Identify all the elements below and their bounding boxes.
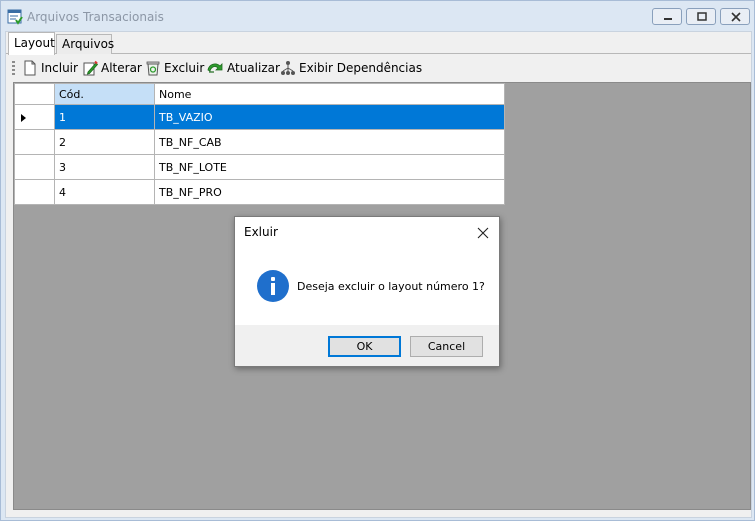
- row-header[interactable]: [14, 154, 55, 180]
- dialog-title: Exluir: [244, 225, 278, 239]
- cell-nome[interactable]: TB_VAZIO: [154, 104, 505, 130]
- tab-arquivos[interactable]: Arquivos: [56, 34, 114, 54]
- table-row[interactable]: 1 TB_VAZIO: [14, 104, 505, 130]
- cell-cod[interactable]: 1: [54, 104, 155, 130]
- window-title: Arquivos Transacionais: [27, 10, 164, 24]
- information-icon: [257, 270, 289, 302]
- cell-cod[interactable]: 2: [54, 129, 155, 155]
- close-icon: [731, 12, 741, 22]
- app-icon: [7, 9, 23, 25]
- tab-layout[interactable]: Layout: [8, 32, 55, 55]
- minimize-icon: [664, 18, 672, 20]
- cell-cod[interactable]: 4: [54, 179, 155, 205]
- atualizar-label: Atualizar: [227, 61, 280, 75]
- atualizar-button[interactable]: Atualizar: [206, 59, 280, 77]
- column-header-cod[interactable]: Cód.: [54, 83, 155, 105]
- excluir-button[interactable]: Excluir: [145, 59, 204, 77]
- dialog-close-button[interactable]: [473, 223, 493, 243]
- column-header-nome[interactable]: Nome: [154, 83, 505, 105]
- table-row[interactable]: 2 TB_NF_CAB: [14, 129, 505, 155]
- alterar-label: Alterar: [101, 61, 142, 75]
- row-header[interactable]: [14, 104, 55, 130]
- title-bar[interactable]: Arquivos Transacionais: [1, 1, 754, 31]
- new-document-icon: [24, 60, 36, 76]
- maximize-button[interactable]: [686, 8, 716, 25]
- toolbar-grip[interactable]: [12, 61, 15, 76]
- ok-button[interactable]: OK: [328, 336, 401, 357]
- row-header-corner[interactable]: [14, 83, 55, 105]
- exluir-dialog: Exluir Deseja excluir o layout número 1?…: [234, 216, 500, 367]
- table-header-row: Cód. Nome: [14, 83, 505, 105]
- cell-cod[interactable]: 3: [54, 154, 155, 180]
- edit-icon: [83, 60, 98, 76]
- tab-strip: Layout Arquivos: [6, 32, 751, 55]
- recycle-bin-icon: [146, 61, 160, 76]
- excluir-label: Excluir: [164, 61, 205, 75]
- exibir-dependencias-label: Exibir Dependências: [299, 61, 423, 75]
- refresh-icon: [207, 63, 223, 73]
- close-button[interactable]: [720, 8, 750, 25]
- incluir-button[interactable]: Incluir: [22, 59, 78, 77]
- incluir-label: Incluir: [41, 61, 78, 75]
- row-header[interactable]: [14, 129, 55, 155]
- hierarchy-icon: [281, 61, 295, 75]
- toolbar: Incluir Alterar Excluir Atualizar Exibir…: [6, 56, 751, 80]
- cancel-button[interactable]: Cancel: [410, 336, 483, 357]
- cell-nome[interactable]: TB_NF_PRO: [154, 179, 505, 205]
- dialog-button-bar: OK Cancel: [235, 325, 499, 366]
- current-row-pointer-icon: [21, 114, 26, 122]
- close-icon: [477, 227, 489, 239]
- alterar-button[interactable]: Alterar: [82, 59, 142, 77]
- dialog-message: Deseja excluir o layout número 1?: [297, 280, 485, 293]
- row-header[interactable]: [14, 179, 55, 205]
- minimize-button[interactable]: [652, 8, 682, 25]
- exibir-dependencias-button[interactable]: Exibir Dependências: [280, 59, 422, 77]
- cell-nome[interactable]: TB_NF_LOTE: [154, 154, 505, 180]
- cell-nome[interactable]: TB_NF_CAB: [154, 129, 505, 155]
- table-row[interactable]: 3 TB_NF_LOTE: [14, 154, 505, 180]
- layout-table: Cód. Nome 1 TB_VAZIO 2 TB_NF_CAB 3 TB_NF…: [14, 83, 505, 205]
- maximize-icon: [697, 12, 707, 21]
- table-row[interactable]: 4 TB_NF_PRO: [14, 179, 505, 205]
